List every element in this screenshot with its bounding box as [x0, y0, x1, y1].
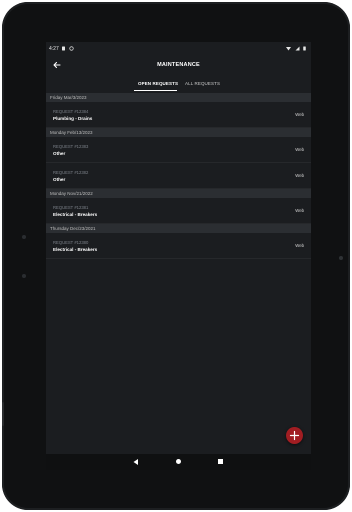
sim-icon [62, 46, 65, 51]
request-category: Electrical - Breakers [53, 212, 98, 217]
tab-open-requests[interactable]: OPEN REQUESTS [138, 81, 178, 86]
status-bar: 4:27 [46, 42, 311, 56]
request-category: Other [53, 177, 66, 182]
tab-indicator [134, 90, 177, 91]
sensor-dot [22, 235, 26, 239]
page-title: MAINTENANCE [157, 62, 200, 68]
request-id: REQUEST #12382 [53, 170, 89, 175]
request-source: Web [295, 112, 304, 117]
tab-bar: OPEN REQUESTS ALL REQUESTS [46, 78, 311, 92]
notification-icon [69, 46, 74, 51]
screen: 4:27 MAINTENANCE OPEN REQUESTS ALL REQUE… [46, 42, 311, 470]
signal-icon [295, 46, 300, 51]
request-id: REQUEST #12380 [53, 240, 89, 245]
battery-icon [303, 46, 306, 51]
request-source: Web [295, 147, 304, 152]
triangle-back-icon[interactable] [132, 458, 140, 466]
hardware-button [2, 402, 4, 426]
request-category: Electrical - Breakers [53, 247, 98, 252]
section-date-header: Friday Mar/3/2023 [46, 93, 311, 102]
request-id: REQUEST #12384 [53, 109, 89, 114]
add-request-button[interactable] [286, 427, 303, 444]
request-list: Friday Mar/3/2023 REQUEST #12384 Plumbin… [46, 93, 311, 259]
request-source: Web [295, 243, 304, 248]
request-category: Plumbing - Drains [53, 116, 93, 121]
request-source: Web [295, 173, 304, 178]
request-row[interactable]: REQUEST #12384 Plumbing - Drains Web [46, 102, 311, 128]
request-id: REQUEST #12383 [53, 144, 89, 149]
request-category: Other [53, 151, 66, 156]
square-recents-icon[interactable] [218, 459, 223, 464]
status-time: 4:27 [49, 46, 59, 52]
request-row[interactable]: REQUEST #12381 Electrical - Breakers Web [46, 198, 311, 224]
tab-all-requests[interactable]: ALL REQUESTS [185, 81, 220, 86]
request-id: REQUEST #12381 [53, 205, 89, 210]
request-row[interactable]: REQUEST #12382 Other Web [46, 163, 311, 189]
plus-icon [289, 430, 300, 441]
camera-dot [339, 256, 343, 260]
section-date-header: Thursday Dec/23/2021 [46, 224, 311, 233]
system-nav-bar [46, 454, 311, 470]
tablet-frame: 4:27 MAINTENANCE OPEN REQUESTS ALL REQUE… [2, 2, 350, 510]
request-source: Web [295, 208, 304, 213]
app-bar: MAINTENANCE [46, 56, 311, 78]
sensor-dot [22, 274, 26, 278]
section-date-header: Monday Nov/21/2022 [46, 189, 311, 198]
wifi-icon [286, 47, 291, 51]
request-row[interactable]: REQUEST #12383 Other Web [46, 137, 311, 163]
request-row[interactable]: REQUEST #12380 Electrical - Breakers Web [46, 233, 311, 259]
circle-home-icon[interactable] [176, 459, 181, 464]
section-date-header: Monday Feb/13/2023 [46, 128, 311, 137]
